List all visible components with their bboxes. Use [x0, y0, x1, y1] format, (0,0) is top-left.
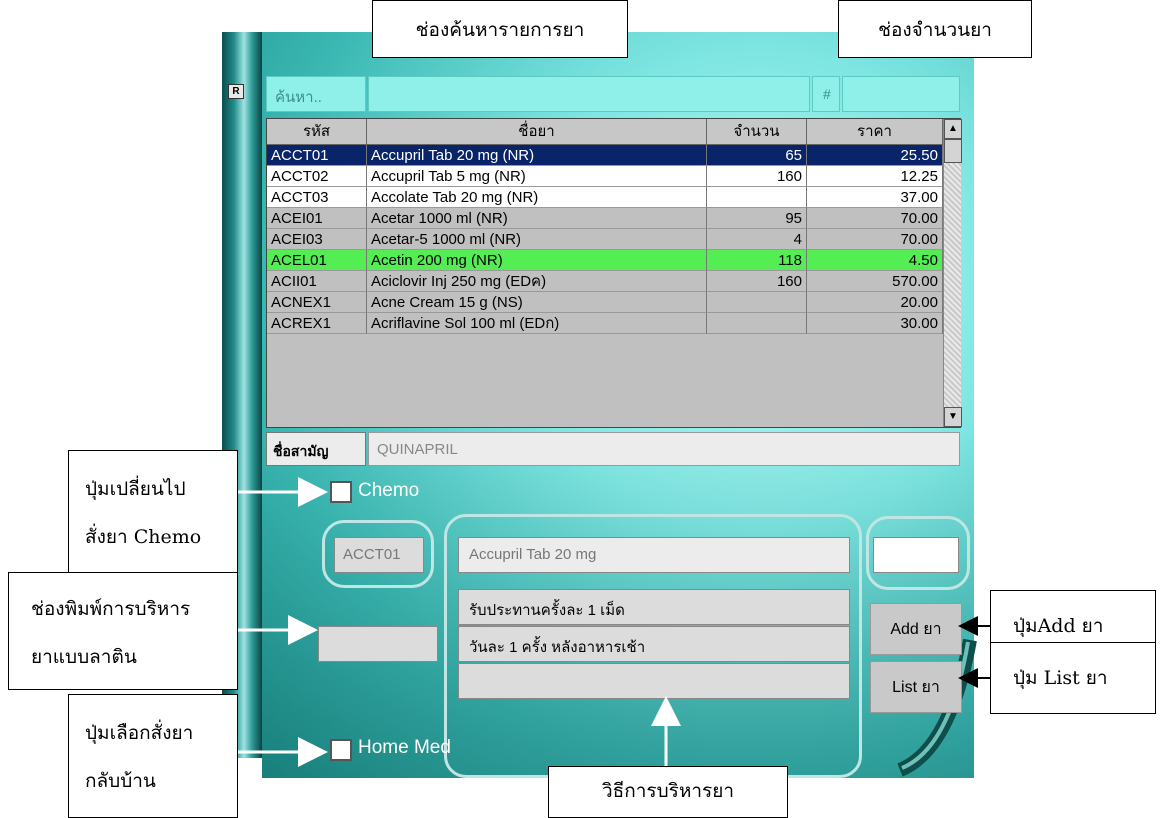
generic-name-field: QUINAPRIL [368, 432, 960, 466]
cell-price: 25.50 [807, 145, 943, 166]
quantity-input[interactable] [842, 76, 960, 112]
table-row[interactable]: ACCT02 Accupril Tab 5 mg (NR) 160 12.25 [267, 166, 943, 187]
cell-name: Accupril Tab 20 mg (NR) [367, 145, 707, 166]
cell-qty: 95 [707, 208, 807, 229]
cell-code: ACCT02 [267, 166, 367, 187]
cell-code: ACII01 [267, 271, 367, 292]
table-row[interactable]: ACCT03 Accolate Tab 20 mg (NR) 37.00 [267, 187, 943, 208]
cell-name: Acriflavine Sol 100 ml (EDก) [367, 313, 707, 334]
header-code[interactable]: รหัส [267, 119, 367, 145]
cell-qty: 65 [707, 145, 807, 166]
callout-home-med-line-2: กลับบ้าน [85, 770, 156, 792]
home-med-label: Home Med [358, 737, 451, 758]
cell-price: 37.00 [807, 187, 943, 208]
add-drug-button[interactable]: Add ยา [870, 603, 962, 655]
table-row[interactable]: ACREX1 Acriflavine Sol 100 ml (EDก) 30.00 [267, 313, 943, 334]
cell-name: Accupril Tab 5 mg (NR) [367, 166, 707, 187]
callout-latin-line-2: ยาแบบลาติน [31, 646, 137, 668]
callout-latin-field: ช่องพิมพ์การบริหาร ยาแบบลาติน [8, 572, 238, 690]
cell-code: ACEI01 [267, 208, 367, 229]
list-drug-button[interactable]: List ยา [870, 661, 962, 713]
chemo-label: Chemo [358, 480, 420, 501]
callout-home-med-toggle: ปุ่มเลือกสั่งยา กลับบ้าน [68, 694, 238, 818]
callout-home-med-line-1: ปุ่มเลือกสั่งยา [85, 722, 194, 744]
callout-chemo-line-2: สั่งยา Chemo [85, 526, 202, 548]
table-row[interactable]: ACEL01 Acetin 200 mg (NR) 118 4.50 [267, 250, 943, 271]
cell-name: Aciclovir Inj 250 mg (EDค) [367, 271, 707, 292]
drug-list-table[interactable]: รหัส ชื่อยา จำนวน ราคา ACCT01 Accupril Ta… [266, 118, 962, 428]
scroll-up-icon[interactable]: ▲ [944, 119, 962, 139]
cell-price: 30.00 [807, 313, 943, 334]
table-row[interactable]: ACII01 Aciclovir Inj 250 mg (EDค) 160 570.0… [267, 271, 943, 292]
search-label: ค้นหา.. [266, 76, 366, 112]
table-row[interactable]: ACEI01 Acetar 1000 ml (NR) 95 70.00 [267, 208, 943, 229]
cell-code: ACNEX1 [267, 292, 367, 313]
cell-name: Acetin 200 mg (NR) [367, 250, 707, 271]
cell-code: ACEL01 [267, 250, 367, 271]
instruction-line-1[interactable]: รับประทานครั้งละ 1 เม็ด [458, 589, 850, 625]
table-row[interactable]: ACCT01 Accupril Tab 20 mg (NR) 65 25.50 [267, 145, 943, 166]
cell-code: ACCT01 [267, 145, 367, 166]
cell-name: Accolate Tab 20 mg (NR) [367, 187, 707, 208]
cell-qty [707, 292, 807, 313]
cell-price: 70.00 [807, 208, 943, 229]
cell-name: Acetar-5 1000 ml (NR) [367, 229, 707, 250]
table-row[interactable]: ACNEX1 Acne Cream 15 g (NS) 20.00 [267, 292, 943, 313]
table-row[interactable]: ACEI03 Acetar-5 1000 ml (NR) 4 70.00 [267, 229, 943, 250]
cell-name: Acetar 1000 ml (NR) [367, 208, 707, 229]
cell-qty: 118 [707, 250, 807, 271]
generic-name-label: ชื่อสามัญ [266, 432, 366, 466]
cell-qty: 4 [707, 229, 807, 250]
cell-qty [707, 187, 807, 208]
cell-code: ACEI03 [267, 229, 367, 250]
cell-qty: 160 [707, 166, 807, 187]
home-med-checkbox[interactable] [330, 739, 352, 761]
cell-name: Acne Cream 15 g (NS) [367, 292, 707, 313]
cell-qty [707, 313, 807, 334]
cell-price: 20.00 [807, 292, 943, 313]
cell-code: ACCT03 [267, 187, 367, 208]
scroll-thumb[interactable] [944, 139, 962, 163]
callout-latin-line-1: ช่องพิมพ์การบริหาร [31, 598, 191, 620]
record-icon[interactable]: R [228, 84, 244, 99]
callout-search-field: ช่องค้นหารายการยา [372, 0, 628, 58]
cell-qty: 160 [707, 271, 807, 292]
callout-instructions: วิธีการบริหารยา [548, 766, 788, 818]
cell-price: 12.25 [807, 166, 943, 187]
cell-price: 4.50 [807, 250, 943, 271]
callout-list-button: ปุ่ม List ยา [990, 642, 1156, 714]
cell-price: 70.00 [807, 229, 943, 250]
cell-price: 570.00 [807, 271, 943, 292]
latin-instruction-input[interactable] [318, 626, 438, 662]
order-code-field: ACCT01 [334, 537, 424, 573]
instruction-line-2[interactable]: วันละ 1 ครั้ง หลังอาหารเช้า [458, 626, 850, 662]
callout-chemo-line-1: ปุ่มเปลี่ยนไป [85, 478, 186, 500]
header-price[interactable]: ราคา [807, 119, 943, 145]
search-input[interactable] [368, 76, 810, 112]
order-qty-input[interactable] [873, 537, 959, 573]
instruction-line-3[interactable] [458, 663, 850, 699]
scroll-down-icon[interactable]: ▼ [944, 407, 962, 427]
header-qty[interactable]: จำนวน [707, 119, 807, 145]
chemo-checkbox[interactable] [330, 481, 352, 503]
quantity-label: # [812, 76, 840, 112]
cell-code: ACREX1 [267, 313, 367, 334]
table-header: รหัส ชื่อยา จำนวน ราคา [267, 119, 943, 145]
callout-chemo-toggle: ปุ่มเปลี่ยนไป สั่งยา Chemo [68, 450, 238, 574]
table-scrollbar[interactable]: ▲ ▼ [943, 119, 962, 427]
order-drug-name-field: Accupril Tab 20 mg [458, 537, 850, 573]
header-name[interactable]: ชื่อยา [367, 119, 707, 145]
callout-qty-field: ช่องจำนวนยา [838, 0, 1032, 58]
